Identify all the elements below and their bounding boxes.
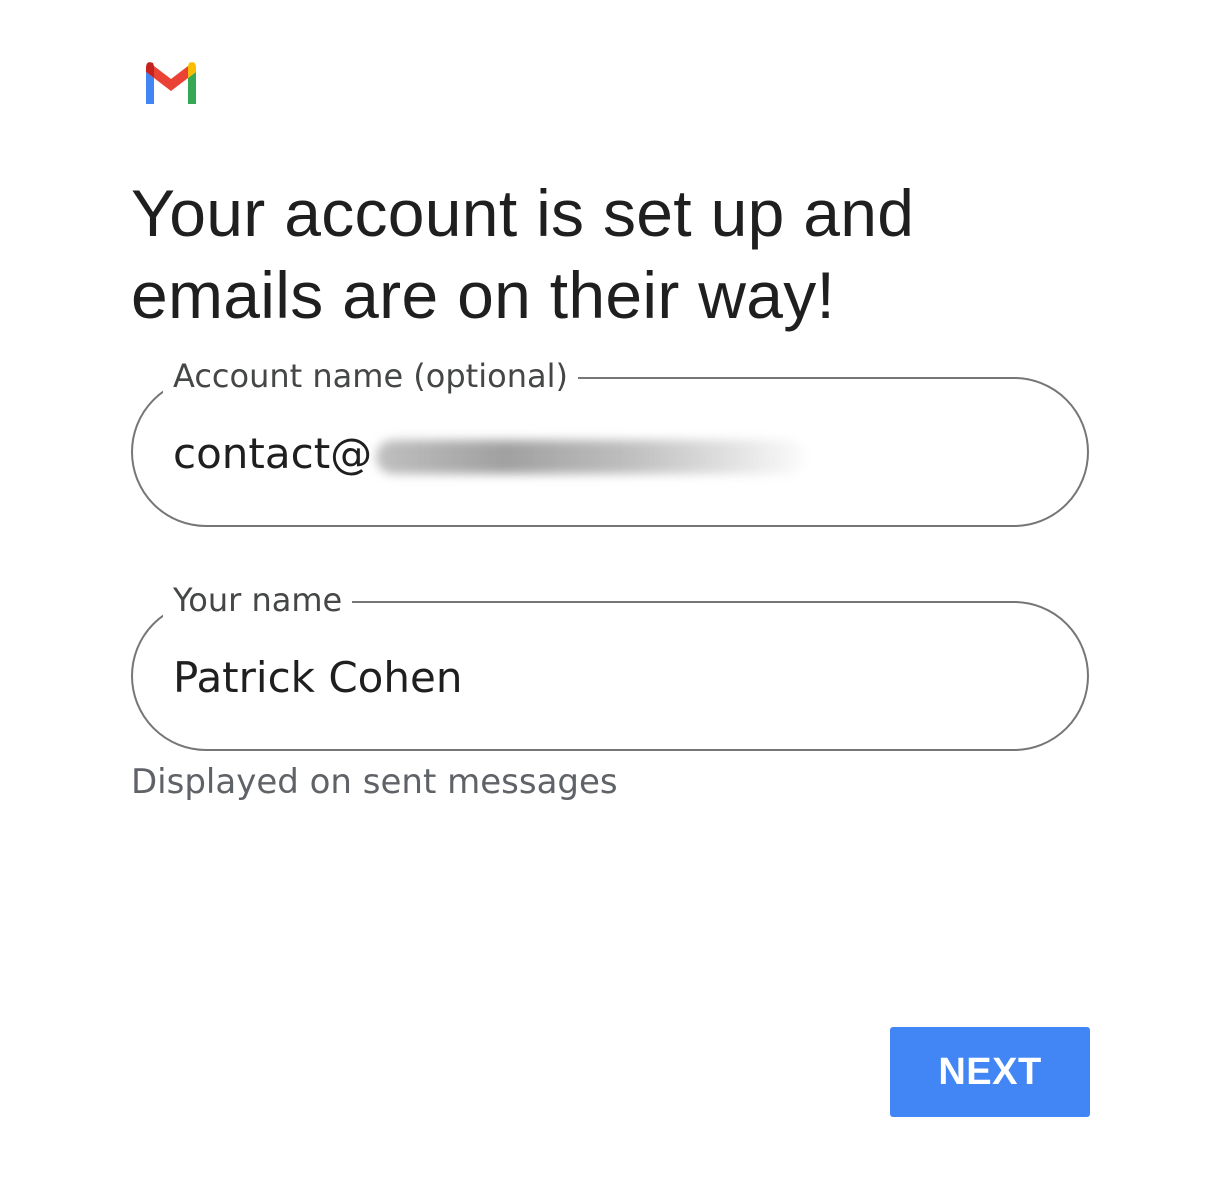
account-name-label: Account name (optional) xyxy=(163,356,578,396)
redacted-domain xyxy=(376,440,807,474)
your-name-helper-text: Displayed on sent messages xyxy=(131,762,618,802)
your-name-input[interactable]: Patrick Cohen xyxy=(173,652,462,704)
account-name-input[interactable]: contact@ xyxy=(173,428,807,480)
your-name-label: Your name xyxy=(163,580,353,620)
next-button[interactable]: NEXT xyxy=(890,1027,1090,1117)
your-name-field[interactable]: Your name Patrick Cohen xyxy=(131,580,1089,751)
account-name-field[interactable]: Account name (optional) contact@ xyxy=(131,356,1089,527)
account-name-value: contact@ xyxy=(173,429,373,478)
page-title: Your account is set up and emails are on… xyxy=(131,176,915,332)
gmail-logo-icon xyxy=(142,60,200,104)
your-name-value: Patrick Cohen xyxy=(173,653,463,702)
